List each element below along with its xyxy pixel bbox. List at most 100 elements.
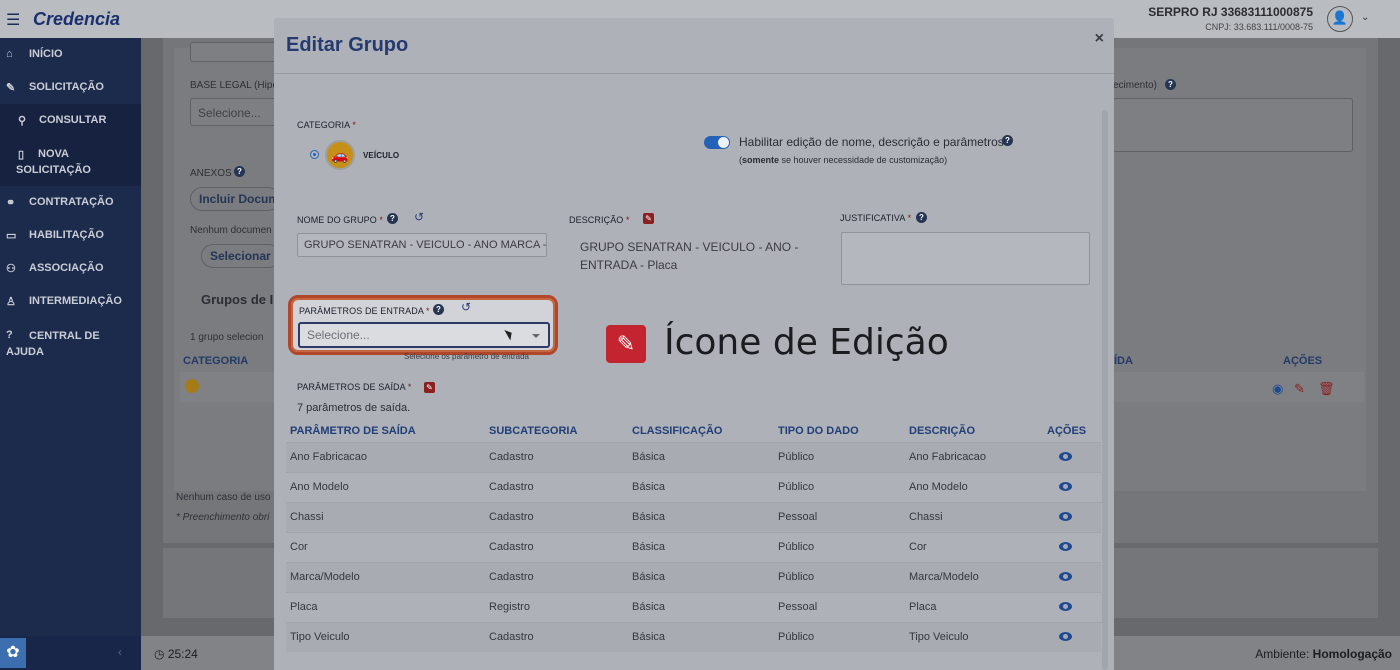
habilitar-edicao-toggle[interactable] — [704, 136, 730, 149]
brand-logo[interactable]: Credencia — [33, 9, 120, 30]
eye-icon[interactable] — [1059, 632, 1072, 641]
anexos-label: ANEXOS — [190, 168, 232, 179]
table-cell: Básica — [632, 541, 666, 553]
th-subcategoria: SUBCATEGORIA — [489, 425, 578, 437]
descricao-label: DESCRIÇÃO * — [569, 215, 630, 225]
bg-col-categoria: CATEGORIA — [183, 355, 249, 367]
grupo-selecionado-text: 1 grupo selecion — [190, 332, 264, 343]
help-icon[interactable]: ? — [1165, 79, 1176, 90]
nome-grupo-input[interactable]: GRUPO SENATRAN - VEICULO - ANO MARCA - E — [297, 233, 547, 257]
edit-icon[interactable]: ✎ — [1294, 381, 1305, 397]
reset-icon[interactable]: ↺ — [461, 300, 471, 314]
bg-input-top[interactable] — [190, 42, 280, 62]
table-cell: Cadastro — [489, 571, 534, 583]
close-icon[interactable]: × — [1095, 30, 1104, 48]
selecionar-button[interactable]: Selecionar — [201, 244, 281, 268]
base-legal-placeholder: Selecione... — [198, 106, 261, 120]
car-icon: 🚗 — [325, 140, 355, 170]
trash-icon[interactable]: 🗑 — [1318, 381, 1335, 397]
id-card-icon: ▭ — [6, 230, 17, 242]
parametros-entrada-label: PARÂMETROS DE ENTRADA * — [299, 306, 430, 316]
chevron-down-icon — [532, 334, 540, 338]
user-avatar-icon[interactable]: 👤 — [1327, 6, 1353, 32]
eye-icon[interactable] — [1059, 452, 1072, 461]
base-legal-select[interactable]: Selecione... — [190, 98, 280, 126]
table-cell: Chassi — [290, 511, 324, 523]
car-icon — [185, 379, 199, 393]
bg-right-label: ecimento) — [1113, 80, 1157, 91]
parametros-saida-label: PARÂMETROS DE SAÍDA * — [297, 382, 412, 392]
table-cell: Cadastro — [489, 481, 534, 493]
justificativa-textarea[interactable] — [841, 232, 1090, 285]
table-cell: Placa — [290, 601, 318, 613]
table-cell: Básica — [632, 631, 666, 643]
help-icon[interactable]: ? — [433, 304, 444, 315]
table-cell: Ano Modelo — [909, 481, 968, 493]
search-icon: ⚲ — [18, 115, 27, 127]
hamburger-menu-icon[interactable]: ☰ — [6, 10, 20, 30]
pencil-icon[interactable]: ✎ — [424, 382, 435, 393]
handshake-icon: ⚭ — [6, 197, 16, 209]
nenhum-caso-text: Nenhum caso de uso — [176, 492, 271, 503]
modal-scrollbar[interactable] — [1102, 110, 1108, 670]
eye-icon[interactable] — [1059, 512, 1072, 521]
table-cell: Cadastro — [489, 541, 534, 553]
help-icon[interactable]: ? — [916, 212, 927, 223]
table-row: Marca/Modelo Cadastro Básica Público Marca/M… — [286, 562, 1101, 592]
table-cell: Público — [778, 451, 815, 463]
company-cnpj: CNPJ: 33.683.111/0008-75 — [1205, 22, 1313, 32]
chevron-down-icon[interactable]: ⌄ — [1361, 12, 1369, 23]
table-cell: Público — [778, 571, 815, 583]
eye-icon[interactable] — [1059, 482, 1072, 491]
pencil-icon: ✎ — [606, 325, 646, 363]
help-icon[interactable]: ? — [387, 213, 398, 224]
edit-icon: ✎ — [6, 82, 16, 94]
eye-icon[interactable] — [1059, 542, 1072, 551]
pencil-icon[interactable]: ✎ — [643, 213, 654, 224]
table-cell: Pessoal — [778, 511, 818, 523]
user-tie-icon: ♙ — [6, 296, 16, 308]
nenhum-documento-text: Nenhum documen — [190, 225, 272, 236]
sidebar: ⌂ INÍCIO ✎ SOLICITAÇÃO ⚲ CONSULTAR ▯ NOV… — [0, 38, 141, 636]
parametros-entrada-highlight: PARÂMETROS DE ENTRADA * ? ↺ Selecione... — [288, 295, 558, 355]
table-cell: Marca/Modelo — [290, 571, 360, 583]
modal-divider — [274, 73, 1114, 74]
table-cell: Tipo Veiculo — [290, 631, 350, 643]
categoria-value: VEÍCULO — [363, 151, 400, 160]
justificativa-label: JUSTIFICATIVA * — [840, 213, 912, 223]
incluir-documento-button[interactable]: Incluir Docum — [190, 187, 280, 211]
bg-col-acoes: AÇÕES — [1283, 355, 1323, 367]
eye-icon[interactable] — [1059, 602, 1072, 611]
table-cell: Cadastro — [489, 511, 534, 523]
nome-grupo-label: NOME DO GRUPO * — [297, 215, 384, 225]
help-icon[interactable]: ? — [234, 166, 245, 177]
company-name: SERPRO RJ 33683111000875 — [1148, 5, 1313, 19]
sidebar-item-label: CONTRATAÇÃO — [29, 196, 114, 208]
th-classificacao: CLASSIFICAÇÃO — [632, 425, 723, 437]
sidebar-item-label: ASSOCIAÇÃO — [29, 262, 104, 274]
categoria-radio[interactable] — [310, 150, 319, 159]
view-icon[interactable]: ◉ — [1272, 381, 1283, 397]
eye-icon[interactable] — [1059, 572, 1072, 581]
reset-icon[interactable]: ↺ — [414, 210, 424, 224]
timer-value: 25:24 — [167, 647, 198, 661]
cookie-icon[interactable]: ✿ — [0, 638, 26, 668]
descricao-line2: ENTRADA - Placa — [580, 258, 678, 272]
sidebar-item-label: CENTRAL DE AJUDA — [6, 330, 100, 358]
preenchimento-text: * Preenchimento obri — [176, 512, 270, 523]
base-legal-label: BASE LEGAL (Hipó — [190, 80, 279, 91]
table-cell: Ano Fabricacao — [290, 451, 368, 463]
bg-right-textarea[interactable] — [1113, 98, 1353, 152]
table-cell: Marca/Modelo — [909, 571, 979, 583]
th-tipo-dado: TIPO DO DADO — [778, 425, 859, 437]
toggle-help: (somente se houver necessidade de custom… — [739, 155, 948, 165]
table-cell: Básica — [632, 571, 666, 583]
toggle-label: Habilitar edição de nome, descrição e pa… — [739, 135, 1004, 149]
th-parametro: PARÂMETRO DE SAÍDA — [290, 425, 416, 437]
modal-title: Editar Grupo — [286, 34, 409, 56]
collapse-sidebar-icon[interactable]: ‹ — [118, 645, 122, 659]
sidebar-item-label: INTERMEDIAÇÃO — [29, 295, 122, 307]
table-cell: Chassi — [909, 511, 943, 523]
table-cell: Básica — [632, 511, 666, 523]
help-icon[interactable]: ? — [1002, 135, 1013, 146]
